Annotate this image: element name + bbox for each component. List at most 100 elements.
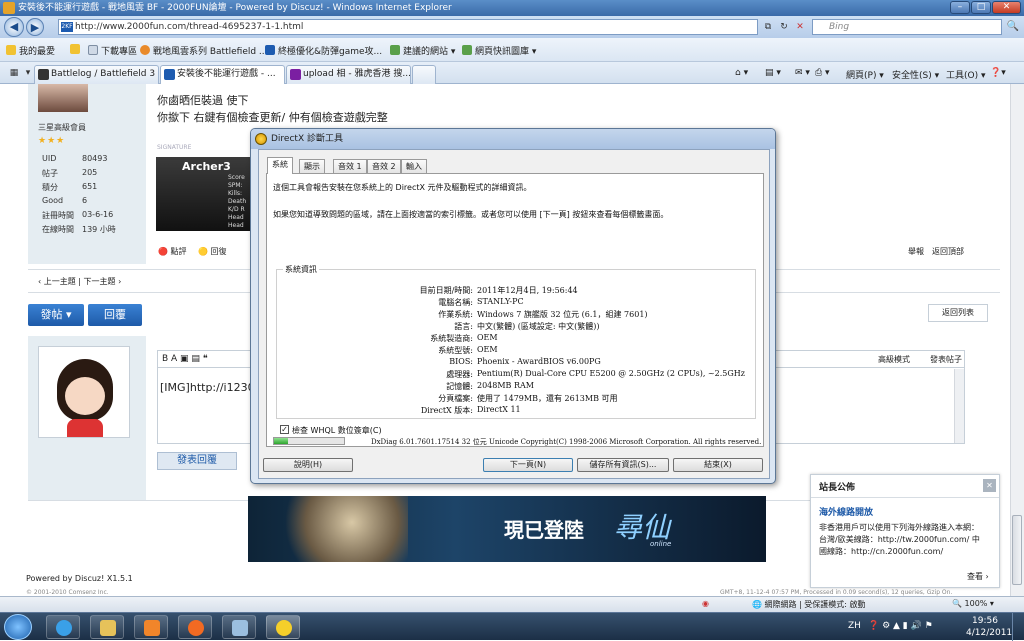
reply-author-panel bbox=[28, 336, 146, 500]
taskbar-ie[interactable] bbox=[46, 615, 80, 639]
refresh-icon[interactable]: ↻ bbox=[776, 20, 792, 34]
window-title: 安裝後不能運行遊戲 - 戰地風雲 BF - 2000FUN論壇 - Powere… bbox=[18, 3, 452, 13]
search-icon[interactable]: 🔍 bbox=[1005, 19, 1021, 35]
language-indicator[interactable]: ZH bbox=[848, 621, 861, 631]
signature-label: SIGNATURE bbox=[157, 144, 192, 151]
tab-input[interactable]: 輸入 bbox=[401, 159, 427, 173]
tab-sound-1[interactable]: 音效 1 bbox=[333, 159, 367, 173]
minimize-button[interactable]: – bbox=[950, 1, 970, 14]
window-title-bar: 安裝後不能運行遊戲 - 戰地風雲 BF - 2000FUN論壇 - Powere… bbox=[0, 0, 1024, 16]
tab-sound-2[interactable]: 音效 2 bbox=[367, 159, 401, 173]
prev-next-thread[interactable]: ‹ 上一主題 | 下一主題 › bbox=[38, 276, 121, 287]
taskbar-dxdiag[interactable] bbox=[266, 615, 300, 639]
advanced-mode-link[interactable]: 高級模式 bbox=[878, 354, 910, 365]
clock-date[interactable]: 4/12/2011 bbox=[966, 628, 1012, 638]
fav-link-battlefield[interactable]: 戰地風雲系列 Battlefield ... bbox=[140, 44, 268, 57]
editor-text[interactable]: [IMG]http://i1230 bbox=[160, 381, 255, 394]
help-menu[interactable]: ❓▾ bbox=[990, 68, 1006, 78]
address-text: http://www.2000fun.com/thread-4695237-1-… bbox=[75, 22, 304, 32]
info-value: DirectX 11 bbox=[477, 405, 521, 414]
print-icon[interactable]: ⎙ ▾ bbox=[815, 68, 830, 78]
compat-icon[interactable]: ⧉ bbox=[760, 20, 776, 34]
fav-link-guide[interactable]: 終極優化&防彈game攻... bbox=[265, 44, 382, 57]
taskbar-explorer[interactable] bbox=[90, 615, 124, 639]
reply-button[interactable]: 回覆 bbox=[88, 304, 142, 326]
stat-value: 139 小時 bbox=[82, 225, 116, 234]
reply-link[interactable]: 🟡 回復 bbox=[198, 246, 227, 257]
notice-title: 站長公佈 bbox=[819, 483, 856, 493]
fav-link-suggested[interactable]: 建議的網站 ▾ bbox=[390, 44, 455, 57]
forward-button[interactable]: ▶ bbox=[26, 18, 44, 36]
help-button[interactable]: 說明(H) bbox=[263, 458, 353, 472]
home-icon[interactable]: ⌂ ▾ bbox=[735, 68, 748, 78]
notice-body: 台灣/歐美線路：http://tw.2000fun.com/ 中 bbox=[819, 535, 980, 544]
editor-toolbar[interactable]: B A ▣ ▤ ❝ bbox=[162, 354, 208, 364]
editor-scrollbar[interactable] bbox=[954, 369, 964, 443]
new-post-button[interactable]: 發帖 ▾ bbox=[28, 304, 84, 326]
submit-reply-button[interactable]: 發表回覆 bbox=[157, 452, 237, 470]
info-key: BIOS: bbox=[449, 357, 473, 366]
save-all-button[interactable]: 儲存所有資訊(S)... bbox=[577, 458, 669, 472]
safety-menu[interactable]: 安全性(S) ▾ bbox=[892, 68, 939, 81]
stop-icon[interactable]: ✕ bbox=[792, 20, 808, 34]
back-top-link[interactable]: 返回頂部 bbox=[932, 246, 964, 257]
exit-button[interactable]: 結束(X) bbox=[673, 458, 763, 472]
start-button[interactable] bbox=[4, 614, 32, 640]
notice-close-button[interactable]: ✕ bbox=[983, 479, 996, 492]
taskbar-media[interactable] bbox=[134, 615, 168, 639]
info-key: 處理器: bbox=[446, 370, 473, 379]
report-link[interactable]: 舉報 bbox=[908, 246, 924, 257]
whql-label: 檢查 WHQL 數位簽章(C) bbox=[292, 426, 382, 435]
notice-headline[interactable]: 海外線路開放 bbox=[819, 505, 873, 518]
tab-yahoo[interactable]: upload 相 - 雅虎香港 搜... bbox=[286, 65, 411, 84]
zoom-level[interactable]: 🔍 100% ▾ bbox=[952, 599, 994, 608]
clock-time[interactable]: 19:56 bbox=[972, 616, 998, 626]
whql-checkbox[interactable]: ✓ bbox=[280, 425, 289, 434]
fav-link-download[interactable]: 下載專區 bbox=[88, 44, 137, 57]
show-desktop-button[interactable] bbox=[1012, 613, 1024, 641]
page-scroll-thumb[interactable] bbox=[1012, 515, 1022, 585]
rate-link[interactable]: 🔴 點評 bbox=[158, 246, 187, 257]
notice-body: 國線路：http://cn.2000fun.com/ bbox=[819, 547, 944, 556]
post-text: 你鹵晒佢裝過 使下 bbox=[157, 94, 249, 107]
taskbar-paint[interactable] bbox=[222, 615, 256, 639]
info-value: 中文(繁體) (區域設定: 中文(繁體)) bbox=[477, 322, 600, 331]
taskbar-origin[interactable] bbox=[178, 615, 212, 639]
next-page-button[interactable]: 下一頁(N) bbox=[483, 458, 573, 472]
ad-banner[interactable]: 現已登陸 尋仙 online bbox=[248, 496, 766, 562]
favorites-button[interactable]: 我的最愛 bbox=[6, 44, 55, 57]
new-tab-button[interactable] bbox=[412, 65, 436, 84]
page-menu[interactable]: 網頁(P) ▾ bbox=[846, 68, 884, 81]
address-bar[interactable]: 2KF http://www.2000fun.com/thread-469523… bbox=[58, 19, 758, 35]
tab-current[interactable]: 安裝後不能運行遊戲 - ... bbox=[160, 65, 285, 84]
tools-menu[interactable]: 工具(O) ▾ bbox=[946, 68, 986, 81]
feeds-icon[interactable]: ▤ ▾ bbox=[765, 68, 781, 78]
powered-by[interactable]: Powered by Discuz! X1.5.1 bbox=[26, 574, 133, 583]
fav-add-icon[interactable] bbox=[70, 44, 83, 56]
avatar[interactable] bbox=[38, 84, 88, 112]
back-button[interactable]: ◀ bbox=[4, 17, 24, 37]
tab-battlelog[interactable]: Battlelog / Battlefield 3 bbox=[34, 65, 159, 84]
info-key: 目前日期/時間: bbox=[419, 286, 473, 295]
mail-icon[interactable]: ✉ ▾ bbox=[795, 68, 810, 78]
close-button[interactable]: ✕ bbox=[992, 1, 1021, 14]
fav-link-webslice[interactable]: 網頁快訊圖庫 ▾ bbox=[462, 44, 536, 57]
tray-icons[interactable]: ❓ ⚙ ▲ ▮ 🔊 ⚑ bbox=[868, 621, 933, 631]
tab-system[interactable]: 系統 bbox=[267, 157, 293, 174]
dialog-title: DirectX 診斷工具 bbox=[271, 134, 343, 144]
tab-display[interactable]: 顯示 bbox=[299, 159, 325, 173]
back-list-button[interactable]: 返回列表 bbox=[928, 304, 988, 322]
info-key: 語言: bbox=[454, 322, 473, 331]
copyright: © 2001-2010 Comsenz Inc. bbox=[26, 589, 109, 596]
info-key: 系統製造商: bbox=[430, 334, 473, 343]
info-value: 使用了 1479MB，還有 2613MB 可用 bbox=[477, 394, 618, 403]
search-input[interactable]: Bing bbox=[812, 19, 1002, 35]
taskbar: ZH ❓ ⚙ ▲ ▮ 🔊 ⚑ 19:56 4/12/2011 bbox=[0, 612, 1024, 641]
info-value: STANLY-PC bbox=[477, 297, 524, 306]
info-key: 作業系統: bbox=[438, 310, 473, 319]
stat-key: 積分 bbox=[42, 183, 58, 192]
maximize-button[interactable]: □ bbox=[971, 1, 991, 14]
notice-more-link[interactable]: 查看 › bbox=[967, 571, 989, 582]
zone-status: 🌐 網際網路 | 受保護模式: 啟動 bbox=[752, 600, 866, 609]
send-post-link[interactable]: 發表帖子 bbox=[930, 354, 962, 365]
